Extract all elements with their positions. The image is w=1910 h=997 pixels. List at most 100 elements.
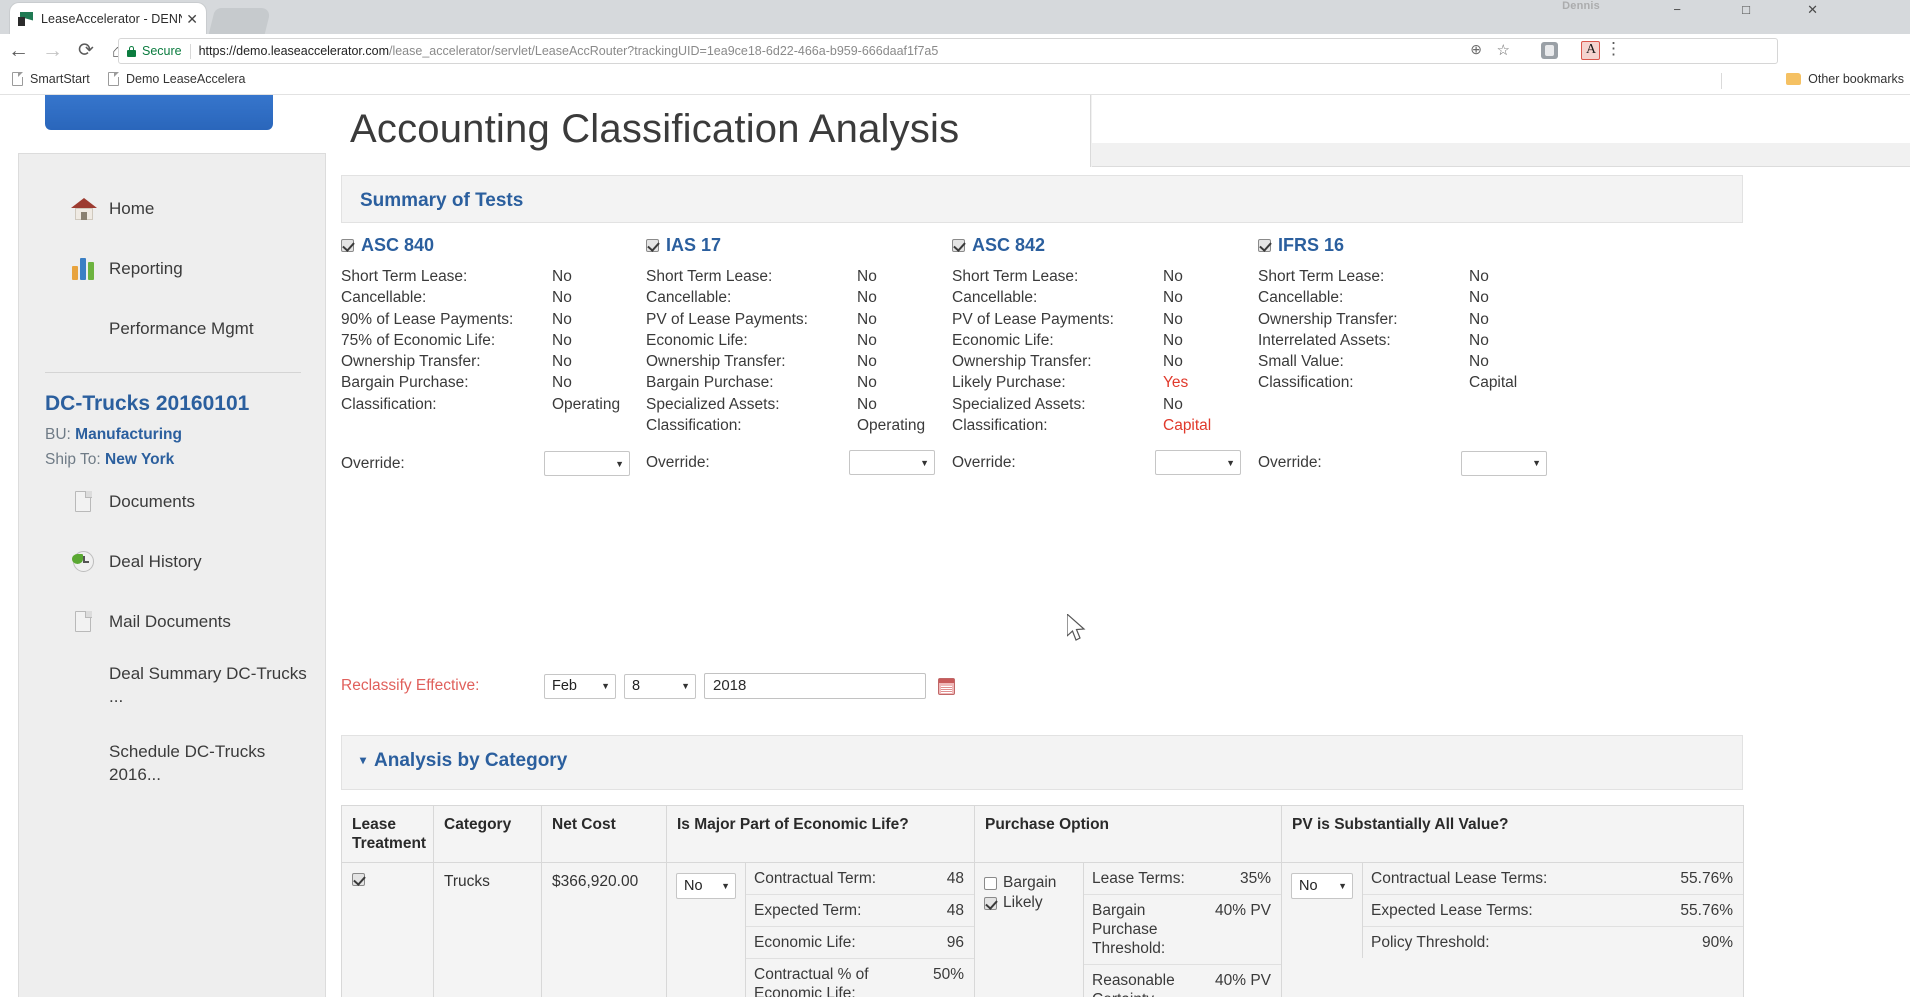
override-select[interactable]: ▼ — [1461, 450, 1547, 476]
detail-value: 40% PV — [1195, 964, 1281, 997]
document-icon — [71, 609, 97, 635]
checkbox-icon[interactable] — [1258, 239, 1271, 252]
detail-row: Reasonable Certainty Threshold:40% PV — [1084, 964, 1281, 997]
window-close-button[interactable]: ✕ — [1807, 2, 1818, 18]
bookmark-star-icon[interactable]: ☆ — [1497, 41, 1510, 59]
col-net-cost: Net Cost — [541, 805, 667, 863]
override-label: Override: — [646, 453, 710, 471]
window-minimize-button[interactable]: − — [1673, 2, 1681, 17]
reclassify-day-select[interactable]: 8 ▼ — [624, 673, 696, 699]
collapse-caret-icon[interactable]: ▾ — [360, 753, 366, 767]
window-user-label: Dennis — [1562, 0, 1600, 12]
test-label: Cancellable: — [341, 289, 427, 307]
window-maximize-button[interactable]: □ — [1742, 2, 1750, 17]
url-host: https://demo.leaseaccelerator.com — [198, 44, 389, 58]
checkbox-icon[interactable] — [341, 239, 354, 252]
ship-label: Ship To: — [45, 451, 101, 468]
bookmarks-divider — [1721, 73, 1722, 89]
calendar-icon[interactable] — [938, 677, 955, 695]
adobe-acrobat-extension-icon[interactable] — [1581, 41, 1600, 60]
new-tab-button[interactable] — [208, 8, 272, 34]
document-icon — [71, 489, 97, 515]
bookmark-label: SmartStart — [30, 72, 90, 86]
detail-row: Economic Life: 96 — [746, 926, 974, 959]
pv-value-select[interactable]: No ▼ — [1291, 873, 1353, 899]
detail-label: Policy Threshold: — [1363, 926, 1663, 958]
lease-treatment-wrap — [342, 863, 433, 901]
reclassify-effective-row: Reclassify Effective: Feb ▼ 8 ▼ 2018 — [341, 673, 955, 699]
main-content: Accounting Classification Analysis Summa… — [326, 95, 1910, 997]
net-cost-value: $366,920.00 — [552, 873, 639, 890]
likely-checkbox[interactable] — [984, 896, 997, 910]
active-content-tab[interactable]: Accounting Classification Analysis — [326, 95, 1091, 167]
sidebar-item-home[interactable]: Home — [19, 189, 327, 229]
ship-value: New York — [105, 451, 175, 468]
checkbox-icon[interactable] — [646, 239, 659, 252]
sidebar-item-schedule[interactable]: Schedule DC-Trucks 2016... — [19, 732, 327, 788]
test-label: PV of Lease Payments: — [646, 310, 808, 328]
test-label: PV of Lease Payments: — [952, 310, 1114, 328]
test-label: Cancellable: — [952, 289, 1038, 307]
bargain-check-line[interactable]: Bargain — [984, 873, 1074, 893]
address-bar[interactable]: Secure https://demo.leaseaccelerator.com… — [118, 38, 1778, 64]
favicon-icon — [18, 11, 34, 26]
sidebar-item-performance-mgmt[interactable]: Performance Mgmt — [19, 309, 327, 349]
detail-value: 90% — [1663, 926, 1743, 958]
analysis-by-category-header[interactable]: ▾ Analysis by Category — [342, 736, 1742, 786]
bookmarks-bar: SmartStart Demo LeaseAccelera Other book… — [0, 68, 1910, 95]
override-select[interactable]: ▼ — [849, 450, 935, 476]
reload-icon[interactable]: ⟳ — [78, 39, 94, 63]
browser-tab[interactable]: LeaseAccelerator - DENN ✕ — [10, 3, 206, 34]
secure-label: Secure — [142, 44, 182, 58]
chevron-down-icon: ▼ — [601, 681, 610, 691]
sidebar-item-mail-documents[interactable]: Mail Documents — [19, 602, 327, 642]
test-label: Classification: — [341, 395, 437, 413]
close-tab-icon[interactable]: ✕ — [186, 12, 198, 26]
chevron-down-icon: ▼ — [920, 457, 929, 468]
reclassify-month-select[interactable]: Feb ▼ — [544, 673, 616, 699]
bookmark-smartstart[interactable]: SmartStart — [12, 72, 90, 86]
cell-category: Trucks — [433, 862, 542, 997]
cell-pv-value: No ▼ Contractual Lease Terms: 55.76% Expec… — [1281, 862, 1744, 997]
override-label: Override: — [341, 454, 405, 472]
brand-logo-button[interactable] — [45, 95, 273, 130]
override-select[interactable]: ▼ — [1155, 450, 1241, 476]
test-value: No — [1469, 331, 1489, 349]
bargain-checkbox[interactable] — [984, 876, 997, 890]
reclassify-year-input[interactable]: 2018 — [704, 673, 926, 699]
test-label: Cancellable: — [1258, 289, 1344, 307]
back-icon[interactable]: ← — [8, 39, 29, 63]
detail-row: Contractual Lease Terms: 55.76% — [1363, 863, 1743, 895]
sidebar-item-deal-summary[interactable]: Deal Summary DC-Trucks ... — [19, 654, 327, 710]
other-bookmarks-button[interactable]: Other bookmarks — [1786, 72, 1904, 86]
sidebar: Home Reporting Performance Mgmt DC-Truck… — [18, 153, 326, 997]
detail-label: Contractual Lease Terms: — [1363, 863, 1663, 895]
page-icon — [12, 72, 23, 86]
sidebar-item-reporting[interactable]: Reporting — [19, 249, 327, 289]
forward-icon[interactable]: → — [42, 39, 63, 63]
deal-name[interactable]: DC-Trucks 20160101 — [45, 392, 249, 416]
test-label: Classification: — [646, 417, 742, 435]
likely-check-line[interactable]: Likely — [984, 893, 1074, 913]
test-row: Cancellable: No — [1258, 287, 1618, 308]
override-label: Override: — [952, 453, 1016, 471]
override-select[interactable]: ▼ — [544, 451, 630, 477]
other-bookmarks-label: Other bookmarks — [1808, 72, 1904, 86]
url-text: https://demo.leaseaccelerator.com/lease_… — [199, 44, 939, 58]
lease-treatment-checkbox[interactable] — [352, 873, 365, 886]
browser-menu-icon[interactable]: ⋮ — [1605, 39, 1622, 59]
cell-major-part: No ▼ Contractual Term: 48 Expected Term: 48… — [666, 862, 975, 997]
sidebar-item-documents[interactable]: Documents — [19, 482, 327, 522]
extension-icon-1[interactable] — [1541, 42, 1558, 59]
zoom-icon[interactable]: ⊕ — [1470, 41, 1482, 58]
sidebar-item-deal-history[interactable]: Deal History — [19, 542, 327, 582]
home-icon — [71, 196, 97, 222]
pv-value-detail-table: Contractual Lease Terms: 55.76% Expected … — [1363, 863, 1743, 958]
major-part-select[interactable]: No ▼ — [676, 873, 736, 899]
checkbox-icon[interactable] — [952, 239, 965, 252]
reclassify-label: Reclassify Effective: — [341, 677, 480, 694]
table-row: Trucks $366,920.00 No ▼ Contractual Term… — [341, 862, 1744, 997]
bookmark-demo-leaseaccelerator[interactable]: Demo LeaseAccelera — [108, 72, 246, 86]
chevron-down-icon: ▼ — [721, 881, 730, 891]
browser-tab-strip: LeaseAccelerator - DENN ✕ Dennis − □ ✕ — [0, 0, 1910, 34]
